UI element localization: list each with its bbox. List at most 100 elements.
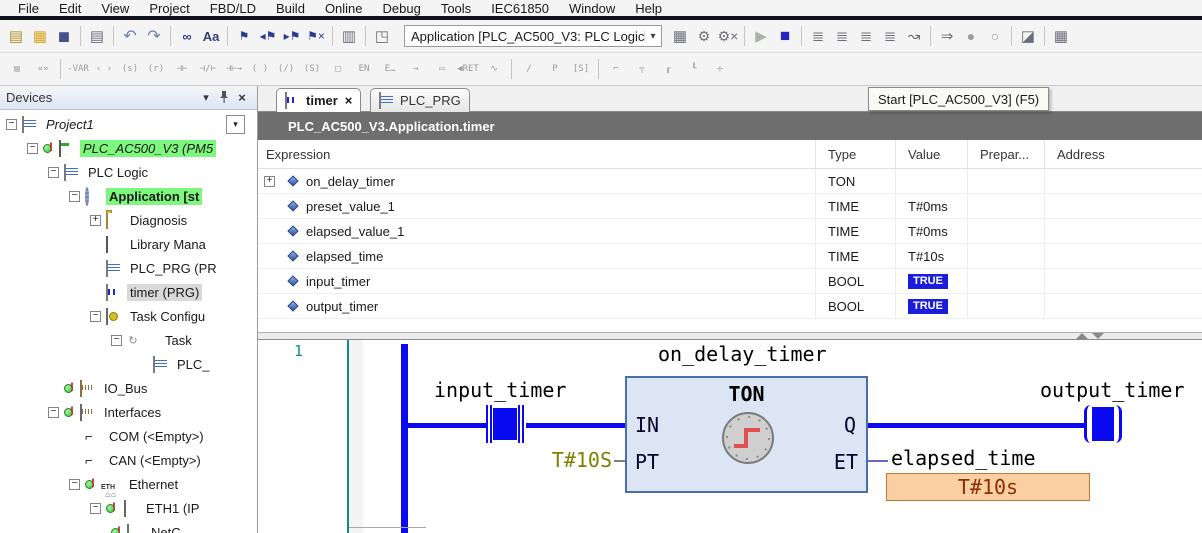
pointer-mode-icon[interactable]: ✢ [708, 58, 732, 80]
coil-label[interactable]: output_timer [1040, 378, 1185, 402]
column-type[interactable]: Type [815, 140, 895, 168]
tab-timer[interactable]: timer [276, 88, 362, 112]
find-icon[interactable]: ∞ [176, 25, 198, 47]
menu-help[interactable]: Help [625, 1, 672, 16]
tree-item-project1[interactable]: Project1 ▾ [0, 112, 257, 136]
collapse-icon[interactable] [27, 142, 38, 154]
close-tab-icon[interactable] [345, 93, 353, 108]
open-project-icon[interactable]: ▦ [29, 25, 51, 47]
block-instance-name[interactable]: on_delay_timer [658, 342, 827, 366]
menu-fbdld[interactable]: FBD/LD [200, 1, 266, 16]
tree-item-ethernet[interactable]: ETH⌂⌂ Ethernet [0, 472, 257, 498]
pin-icon[interactable] [215, 90, 233, 106]
tree-item-netc[interactable]: NetC [0, 520, 257, 533]
contact-label[interactable]: input_timer [434, 378, 566, 402]
tree-item-diagnosis[interactable]: Diagnosis [0, 208, 257, 232]
insert-box-en-icon[interactable]: EN [352, 58, 376, 80]
tree-item-io-bus[interactable]: IO_Bus [0, 376, 257, 400]
assignment-icon[interactable]: -VAR [66, 58, 90, 80]
start-icon[interactable]: ▶ [750, 25, 772, 47]
network-icon[interactable]: ▤ [5, 58, 29, 80]
set-coil-icon[interactable]: (s) [118, 58, 142, 80]
pin-et[interactable]: ET [834, 450, 858, 474]
login-icon[interactable]: ⚙ [693, 25, 715, 47]
next-bookmark-icon[interactable]: ▸⚑ [281, 25, 303, 47]
set-next-statement-icon[interactable]: ↝ [903, 25, 925, 47]
collapse-icon[interactable] [90, 310, 101, 322]
tree-item-can[interactable]: ⌐ CAN (<Empty>) [0, 448, 257, 472]
flow-control-icon[interactable]: ◪ [1017, 25, 1039, 47]
column-prepared[interactable]: Prepar... [967, 140, 1044, 168]
tree-item-interfaces[interactable]: Interfaces [0, 400, 257, 424]
active-application-selector[interactable]: Application [PLC_AC500_V3: PLC Logic] ▾ [404, 25, 662, 47]
disable-breakpoint-icon[interactable]: ○ [984, 25, 1006, 47]
negated-contact-icon[interactable]: ⊣/⊢ [196, 58, 220, 80]
splitter-up-icon[interactable] [1076, 333, 1088, 339]
collapse-icon[interactable] [48, 166, 59, 178]
toggle-bookmark-icon[interactable]: ⚑ [233, 25, 255, 47]
declarations-icon[interactable]: ▥ [338, 25, 360, 47]
tree-item-timer[interactable]: timer (PRG) [0, 280, 257, 304]
watch-row-input-timer[interactable]: input_timer BOOL TRUE [258, 269, 1202, 294]
watch-row-elapsed-time[interactable]: elapsed_time TIME T#10s [258, 244, 1202, 269]
collapse-icon[interactable] [111, 334, 122, 346]
ton-function-block[interactable]: TON IN PT Q ET [625, 376, 868, 493]
step-into-icon[interactable]: ≣ [831, 25, 853, 47]
undo-icon[interactable]: ↶ [119, 25, 141, 47]
negated-coil-icon[interactable]: (/) [274, 58, 298, 80]
collapse-icon[interactable] [90, 502, 101, 514]
set-reset-coil-icon[interactable]: (S) [300, 58, 324, 80]
step-over-icon[interactable]: ≣ [807, 25, 829, 47]
print-icon[interactable]: ▤ [86, 25, 108, 47]
network-number[interactable]: 1 [294, 342, 303, 360]
input-assistant-icon[interactable]: ∿ [482, 58, 506, 80]
watch-row-output-timer[interactable]: output_timer BOOL TRUE [258, 294, 1202, 319]
menu-iec61850[interactable]: IEC61850 [481, 1, 559, 16]
insert-network-below-icon[interactable]: ┎ [656, 58, 680, 80]
login-options-icon[interactable]: ▦ [669, 25, 691, 47]
contact-icon[interactable]: ⊣⊢ [170, 58, 194, 80]
label-icon[interactable]: ▭ [430, 58, 454, 80]
tree-item-task-configuration[interactable]: Task Configu [0, 304, 257, 328]
insert-box-eno-icon[interactable]: E… [378, 58, 402, 80]
tab-plc-prg[interactable]: PLC_PRG [370, 88, 470, 112]
watch-row-preset-value-1[interactable]: preset_value_1 TIME T#0ms [258, 194, 1202, 219]
tree-item-plc-ac500-v3[interactable]: PLC_AC500_V3 (PM5 [0, 136, 257, 160]
single-cycle-icon[interactable]: ⇒ [936, 25, 958, 47]
tree-item-plc-logic[interactable]: PLC Logic [0, 160, 257, 184]
insert-box-icon[interactable]: □ [326, 58, 350, 80]
edge-detection-icon[interactable]: P [543, 58, 567, 80]
menu-debug[interactable]: Debug [373, 1, 431, 16]
pin-q[interactable]: Q [844, 413, 856, 437]
pane-splitter[interactable] [258, 332, 1202, 340]
pin-pt[interactable]: PT [635, 450, 659, 474]
collapse-icon[interactable] [48, 406, 59, 418]
tree-item-plc-prg[interactable]: PLC_PRG (PR [0, 256, 257, 280]
tree-item-library-manager[interactable]: Library Mana [0, 232, 257, 256]
menu-edit[interactable]: Edit [49, 1, 91, 16]
expand-icon[interactable] [264, 175, 275, 187]
collapse-icon[interactable] [69, 478, 80, 490]
watch-row-elapsed-value-1[interactable]: elapsed_value_1 TIME T#0ms [258, 219, 1202, 244]
previous-bookmark-icon[interactable]: ◂⚑ [257, 25, 279, 47]
menu-online[interactable]: Online [315, 1, 373, 16]
pin-in[interactable]: IN [635, 413, 659, 437]
panel-dropdown-icon[interactable]: ▾ [197, 91, 215, 104]
tree-item-eth1[interactable]: ETH1 (IP [0, 496, 257, 520]
run-to-cursor-icon[interactable]: ≣ [879, 25, 901, 47]
expand-icon[interactable] [90, 214, 101, 226]
menu-window[interactable]: Window [559, 1, 625, 16]
collapse-icon[interactable] [6, 118, 17, 130]
negate-icon[interactable]: / [517, 58, 541, 80]
new-object-icon[interactable]: ◳ [371, 25, 393, 47]
coil-output-timer[interactable] [1084, 404, 1122, 444]
step-out-icon[interactable]: ≣ [855, 25, 877, 47]
save-project-icon[interactable]: ◼ [53, 25, 75, 47]
splitter-down-icon[interactable] [1092, 333, 1104, 339]
column-expression[interactable]: Expression [258, 140, 815, 168]
set-reset-icon[interactable]: [S] [569, 58, 593, 80]
pt-literal[interactable]: T#10S [526, 448, 612, 472]
insert-network-above-icon[interactable]: ┖ [682, 58, 706, 80]
redo-icon[interactable]: ↷ [143, 25, 165, 47]
column-value[interactable]: Value [895, 140, 967, 168]
